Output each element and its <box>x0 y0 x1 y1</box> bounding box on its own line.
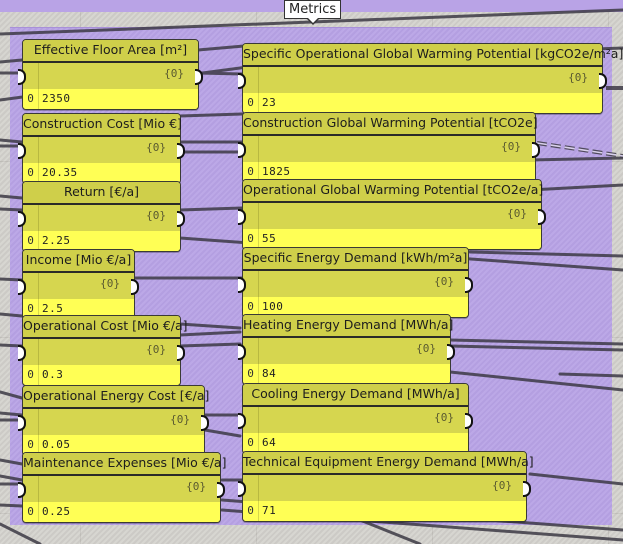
list-item[interactable]: 0 0.25 <box>23 502 220 522</box>
data-path: {0} <box>416 342 436 355</box>
wire <box>196 71 244 76</box>
item-value: 0.3 <box>42 368 64 381</box>
panel-title: Operational Global Warming Potential [tC… <box>243 180 543 203</box>
panel-title: Operational Energy Cost [€/a] <box>23 386 209 409</box>
list-item[interactable]: 0 55 <box>243 229 541 249</box>
wire <box>0 194 24 200</box>
wire <box>528 156 623 162</box>
panel-heating-energy-demand[interactable]: Heating Energy Demand [MWh/a] {0} 0 84 <box>238 314 455 385</box>
data-path: {0} <box>146 141 166 154</box>
item-value: 71 <box>262 504 277 517</box>
wire <box>203 428 242 438</box>
panel-title: Income [Mio €/a] <box>23 250 134 273</box>
data-path: {0} <box>100 277 120 290</box>
panel-title: Effective Floor Area [m²] <box>23 40 198 63</box>
panel-cooling-energy-demand[interactable]: Cooling Energy Demand [MWh/a] {0} 0 64 <box>238 383 473 454</box>
item-index: 0 <box>243 433 259 453</box>
wire <box>448 338 623 346</box>
panel-title: Cooling Energy Demand [MWh/a] <box>243 384 468 407</box>
wire <box>178 206 244 212</box>
wire <box>0 312 24 318</box>
panel-title: Return [€/a] <box>23 182 180 205</box>
list-item[interactable]: 0 20.35 <box>23 163 180 183</box>
panel-operational-cost[interactable]: Operational Cost [Mio €/a] {0} 0 0.3 <box>18 315 188 386</box>
panel-specific-operational-gwp[interactable]: Specific Operational Global Warming Pote… <box>238 43 623 114</box>
wire <box>178 322 242 330</box>
wire <box>0 458 24 466</box>
item-value: 64 <box>262 436 277 449</box>
panel-title: Operational Cost [Mio €/a] <box>23 316 188 339</box>
item-index: 0 <box>23 365 39 385</box>
data-path: {0} <box>434 411 454 424</box>
data-path: {0} <box>492 479 512 492</box>
panel-title: Heating Energy Demand [MWh/a] <box>243 315 453 338</box>
group-label[interactable]: Metrics <box>284 0 342 25</box>
wire <box>0 503 24 508</box>
item-index: 0 <box>243 501 259 521</box>
panel-return[interactable]: Return [€/a] {0} 0 2.25 <box>18 181 185 252</box>
panel-operational-energy-cost[interactable]: Operational Energy Cost [€/a] {0} 0 0.05 <box>18 385 209 456</box>
item-index: 0 <box>23 231 39 251</box>
panel-effective-floor-area[interactable]: Effective Floor Area [m²] {0} 0 2350 <box>18 39 203 110</box>
item-index: 0 <box>23 163 39 183</box>
wire <box>178 112 244 118</box>
item-index: 0 <box>243 364 259 384</box>
data-path: {0} <box>434 275 454 288</box>
wire <box>468 250 623 258</box>
wire <box>528 472 623 486</box>
panel-title: Specific Energy Demand [kWh/m²a] <box>243 248 468 271</box>
item-index: 0 <box>23 89 39 109</box>
panel-income[interactable]: Income [Mio €/a] {0} 0 2.5 <box>18 249 139 320</box>
wire <box>448 344 623 352</box>
panel-title: Maintenance Expenses [Mio €/a] <box>23 453 226 476</box>
wire <box>178 342 242 348</box>
list-item[interactable]: 0 71 <box>243 501 526 521</box>
item-value: 2350 <box>42 92 71 105</box>
item-value: 84 <box>262 367 277 380</box>
wire <box>0 58 24 64</box>
item-value: 20.35 <box>42 166 78 179</box>
item-value: 23 <box>262 96 277 109</box>
panel-title: Specific Operational Global Warming Pote… <box>243 44 623 67</box>
panel-title: Construction Cost [Mio €] <box>23 114 182 137</box>
list-item[interactable]: 0 84 <box>243 364 450 384</box>
panel-title: Construction Global Warming Potential [t… <box>243 113 538 136</box>
wire <box>178 330 242 337</box>
list-item[interactable]: 0 0.3 <box>23 365 180 385</box>
list-item[interactable]: 0 23 <box>243 93 602 113</box>
panel-specific-energy-demand[interactable]: Specific Energy Demand [kWh/m²a] {0} 0 10… <box>238 247 473 318</box>
wire <box>558 372 623 378</box>
data-path: {0} <box>146 343 166 356</box>
data-path: {0} <box>568 71 588 84</box>
item-index: 0 <box>243 93 259 113</box>
panel-construction-cost[interactable]: Construction Cost [Mio €] {0} 0 20.35 <box>18 113 185 184</box>
item-value: 2.25 <box>42 234 71 247</box>
wire <box>0 207 24 212</box>
data-path: {0} <box>146 209 166 222</box>
list-item[interactable]: 0 64 <box>243 433 468 453</box>
wire <box>196 44 246 52</box>
data-path: {0} <box>170 413 190 426</box>
data-path: {0} <box>507 207 527 220</box>
wire <box>0 474 24 482</box>
data-path: {0} <box>186 480 206 493</box>
panel-operational-gwp[interactable]: Operational Global Warming Potential [tC… <box>238 179 546 250</box>
item-index: 0 <box>23 502 39 522</box>
wire <box>528 183 623 192</box>
panel-construction-gwp[interactable]: Construction Global Warming Potential [t… <box>238 112 540 183</box>
wire <box>0 390 24 400</box>
data-path: {0} <box>501 140 521 153</box>
item-index: 0 <box>243 229 259 249</box>
wire <box>0 522 42 544</box>
list-item[interactable]: 0 2.25 <box>23 231 180 251</box>
panel-title: Technical Equipment Energy Demand [MWh/a… <box>243 452 534 475</box>
dashed-wire <box>536 142 623 157</box>
list-item[interactable]: 0 2350 <box>23 89 198 109</box>
panel-technical-equipment-energy-demand[interactable]: Technical Equipment Energy Demand [MWh/a… <box>238 451 534 522</box>
wire <box>0 138 24 144</box>
item-value: 55 <box>262 232 277 245</box>
item-value: 0.25 <box>42 505 71 518</box>
data-path: {0} <box>164 67 184 80</box>
panel-maintenance-expenses[interactable]: Maintenance Expenses [Mio €/a] {0} 0 0.25 <box>18 452 226 523</box>
